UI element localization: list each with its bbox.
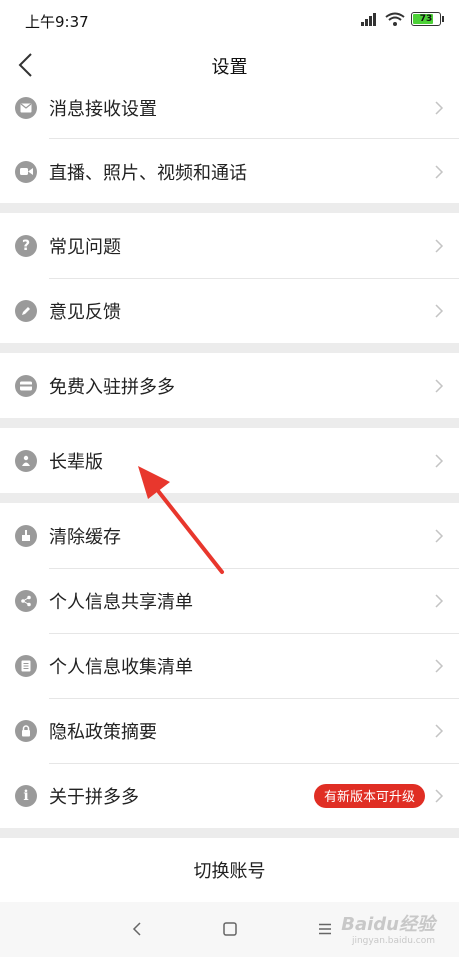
settings-item-label: 关于拼多多 (49, 786, 139, 808)
settings-item-clear-cache[interactable]: 清除缓存 (0, 503, 459, 568)
pencil-icon (15, 299, 37, 322)
settings-item-label: 隐私政策摘要 (49, 721, 157, 743)
share-icon (15, 589, 37, 612)
update-badge[interactable]: 有新版本可升级 (313, 783, 425, 808)
chevron-right-icon (435, 164, 444, 179)
chevron-right-icon (435, 658, 444, 673)
list-icon (15, 654, 37, 677)
settings-group-elder: 长辈版 (0, 428, 459, 493)
settings-item-info-collection-list[interactable]: 个人信息收集清单 (0, 633, 459, 698)
watermark-url: jingyan.baidu.com (351, 936, 435, 946)
elder-person-icon (15, 449, 37, 472)
wifi-icon (385, 12, 405, 26)
status-time: 上午9:37 (25, 13, 89, 31)
back-triangle-icon (132, 922, 141, 936)
settings-item-label: 长辈版 (49, 451, 103, 473)
settings-item-label: 常见问题 (49, 236, 121, 258)
baidu-watermark: Baidu经验 jingyan.baidu.com (341, 910, 435, 946)
chevron-right-icon (435, 528, 444, 543)
settings-item-feedback[interactable]: 意见反馈 (0, 278, 459, 343)
system-nav-bar: Baidu经验 jingyan.baidu.com (0, 902, 459, 957)
settings-item-label: 清除缓存 (49, 526, 121, 548)
info-icon: i (15, 784, 37, 807)
home-square-icon (223, 922, 237, 936)
settings-group-privacy: 清除缓存 个人信息共享清单 个人信息收集清单 隐私政策摘要 i 关于拼多多 有新… (0, 503, 459, 828)
settings-item-label: 个人信息共享清单 (49, 591, 193, 613)
switch-account-button[interactable]: 切换账号 (0, 838, 459, 902)
settings-item-label: 意见反馈 (49, 301, 121, 323)
settings-item-label: 直播、照片、视频和通话 (49, 162, 247, 184)
chevron-right-icon (435, 453, 444, 468)
battery-icon: 73 (411, 12, 444, 26)
status-icons: 73 (361, 12, 444, 26)
settings-item-label: 个人信息收集清单 (49, 656, 193, 678)
battery-level: 73 (419, 14, 433, 24)
settings-item-merchant-join[interactable]: 免费入驻拼多多 (0, 353, 459, 418)
mail-icon (15, 96, 37, 119)
settings-group-help: ? 常见问题 意见反馈 (0, 213, 459, 343)
settings-group-merchant: 免费入驻拼多多 (0, 353, 459, 418)
settings-item-elder-mode[interactable]: 长辈版 (0, 428, 459, 493)
status-bar: 上午9:37 73 (0, 0, 459, 40)
question-icon: ? (15, 234, 37, 257)
settings-item-privacy-summary[interactable]: 隐私政策摘要 (0, 698, 459, 763)
system-menu-button[interactable] (312, 916, 338, 942)
settings-item-faq[interactable]: ? 常见问题 (0, 213, 459, 278)
cell-signal-icon (361, 12, 379, 26)
chevron-right-icon (435, 238, 444, 253)
chevron-right-icon (435, 378, 444, 393)
video-camera-icon (15, 160, 37, 183)
chevron-right-icon (435, 100, 444, 115)
store-card-icon (15, 374, 37, 397)
settings-item-label: 消息接收设置 (49, 98, 157, 120)
settings-item-label: 免费入驻拼多多 (49, 376, 175, 398)
chevron-right-icon (435, 593, 444, 608)
chevron-right-icon (435, 788, 444, 803)
menu-lines-icon (319, 923, 331, 935)
system-home-button[interactable] (217, 916, 243, 942)
system-back-button[interactable] (124, 916, 150, 942)
chevron-right-icon (435, 723, 444, 738)
settings-item-message-settings[interactable]: 消息接收设置 (0, 75, 459, 140)
watermark-brand: Baidu经验 (341, 914, 435, 935)
lock-icon (15, 719, 37, 742)
settings-item-media-calls[interactable]: 直播、照片、视频和通话 (0, 139, 459, 204)
settings-item-about[interactable]: i 关于拼多多 有新版本可升级 (0, 763, 459, 828)
broom-icon (15, 524, 37, 547)
settings-group-messages: 消息接收设置 直播、照片、视频和通话 (0, 90, 459, 203)
chevron-right-icon (435, 303, 444, 318)
settings-item-info-sharing-list[interactable]: 个人信息共享清单 (0, 568, 459, 633)
